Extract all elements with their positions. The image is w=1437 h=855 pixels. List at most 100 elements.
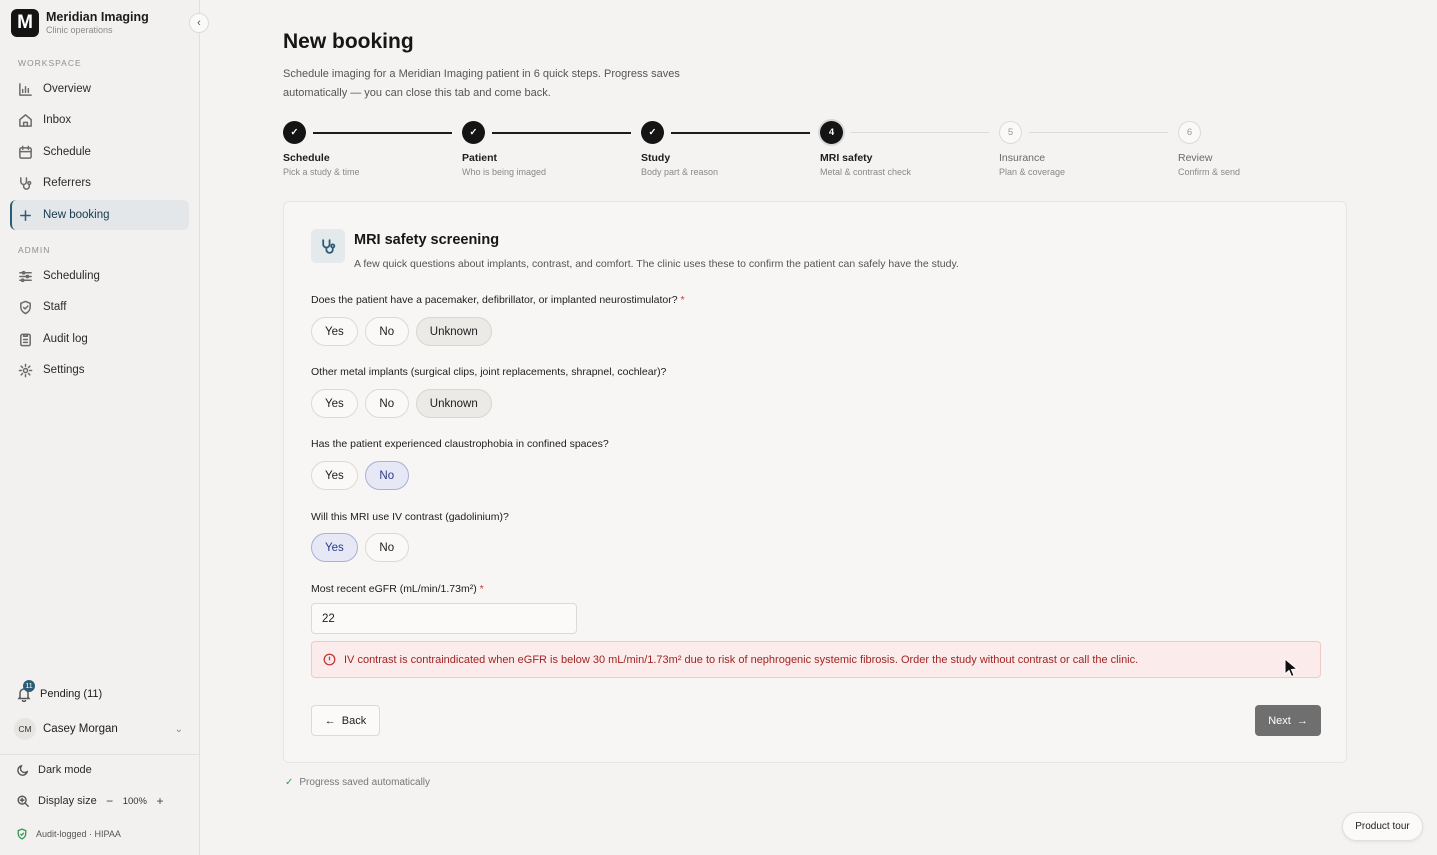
step-schedule[interactable]: ✓ Schedule Pick a study & time <box>283 121 462 177</box>
user-name: Casey Morgan <box>43 723 118 735</box>
stethoscope-icon <box>311 229 345 263</box>
metal-implants-no-option[interactable]: No <box>364 389 409 418</box>
step-title: Review <box>1178 152 1213 164</box>
back-label: Back <box>341 714 367 727</box>
step-title: Study <box>641 152 671 164</box>
step-connector <box>313 132 452 134</box>
step-title: Patient <box>462 152 498 164</box>
card-title: MRI safety screening <box>354 232 500 248</box>
metal-implants-unknown-option[interactable]: Unknown <box>415 389 492 418</box>
product-tour-button[interactable]: Product tour <box>1342 812 1423 841</box>
sidebar-item-label: Referrers <box>43 177 91 189</box>
chart-icon <box>19 82 32 96</box>
metal-implants-yes-option[interactable]: Yes <box>311 389 358 418</box>
brand-logo: M <box>11 9 39 37</box>
contrast-yes-option[interactable]: Yes <box>311 533 358 562</box>
sidebar-divider <box>0 754 200 755</box>
question-contrast-options: Yes No <box>311 533 409 562</box>
question-pacemaker-options: Yes No Unknown <box>311 317 492 346</box>
claustrophobia-no-option[interactable]: No <box>364 461 409 490</box>
gear-icon <box>18 363 33 377</box>
step-patient[interactable]: ✓ Patient Who is being imaged <box>462 121 641 177</box>
zoom-out-button[interactable]: − <box>103 794 117 808</box>
sidebar-item-settings[interactable]: Settings <box>10 355 189 385</box>
check-icon: ✓ <box>285 777 294 788</box>
arrow-right-icon: → <box>1296 714 1308 727</box>
step-title: Insurance <box>999 152 1046 164</box>
step-connector <box>850 132 989 133</box>
alert-circle-icon <box>323 653 336 666</box>
display-size-control: Display size − 100% + <box>16 794 173 808</box>
user-menu[interactable]: CM Casey Morgan ⌄ <box>10 714 189 744</box>
check-icon: ✓ <box>641 121 664 144</box>
home-icon <box>19 113 32 127</box>
egfr-input[interactable]: 22 <box>311 603 577 634</box>
sidebar-item-label: Audit log <box>43 333 88 345</box>
question-claustrophobia-options: Yes No <box>311 461 409 490</box>
autosave-status: ✓ Progress saved automatically <box>285 777 430 788</box>
shield-icon <box>20 300 31 314</box>
pacemaker-no-option[interactable]: No <box>364 317 409 346</box>
check-icon: ✓ <box>283 121 306 144</box>
step-desc: Body part & reason <box>641 167 719 177</box>
sidebar-item-audit-log[interactable]: Audit log <box>10 324 189 354</box>
step-desc: Metal & contrast check <box>820 167 912 177</box>
autosave-label: Progress saved automatically <box>299 777 431 788</box>
sidebar-item-label: Overview <box>43 83 91 95</box>
dark-mode-toggle[interactable]: Dark mode <box>16 763 92 777</box>
sidebar-item-scheduling[interactable]: Scheduling <box>10 261 189 291</box>
zoom-in-button[interactable]: + <box>153 794 167 808</box>
mri-safety-card: MRI safety screening A few quick questio… <box>283 201 1347 763</box>
question-pacemaker-label: Does the patient have a pacemaker, defib… <box>311 294 685 306</box>
step-review: 6 Review Confirm & send <box>1178 121 1357 177</box>
next-button[interactable]: Next → <box>1255 705 1321 736</box>
back-button[interactable]: ← Back <box>311 705 380 736</box>
pending-badge: 11 <box>23 680 35 692</box>
question-metal-implants-label: Other metal implants (surgical clips, jo… <box>311 366 667 378</box>
sidebar-item-new-booking[interactable]: New booking <box>10 200 189 230</box>
sidebar-item-staff[interactable]: Staff <box>10 292 189 322</box>
pending-label: Pending (11) <box>40 688 103 700</box>
question-contrast-label: Will this MRI use IV contrast (gadoliniu… <box>311 511 509 523</box>
sidebar-item-label: Scheduling <box>43 270 100 282</box>
next-label: Next <box>1268 714 1291 727</box>
hipaa-status: Audit-logged · HIPAA <box>16 828 121 840</box>
pacemaker-yes-option[interactable]: Yes <box>311 317 358 346</box>
step-study[interactable]: ✓ Study Body part & reason <box>641 121 820 177</box>
chevron-left-icon: ‹ <box>197 17 201 29</box>
arrow-left-icon: ← <box>324 714 336 727</box>
claustrophobia-yes-option[interactable]: Yes <box>311 461 358 490</box>
collapse-sidebar-button[interactable]: ‹ <box>189 13 209 33</box>
contrast-no-option[interactable]: No <box>364 533 409 562</box>
sidebar-item-schedule[interactable]: Schedule <box>10 137 189 167</box>
brand[interactable]: M Meridian Imaging Clinic operations <box>11 9 149 37</box>
sidebar-item-overview[interactable]: Overview <box>10 74 189 104</box>
avatar: CM <box>14 718 36 740</box>
shield-check-icon <box>17 828 27 840</box>
step-connector <box>671 132 810 134</box>
stepper: ✓ Schedule Pick a study & time ✓ Patient… <box>283 121 1303 185</box>
plus-icon <box>20 209 31 221</box>
pacemaker-unknown-option[interactable]: Unknown <box>415 317 492 346</box>
step-insurance: 5 Insurance Plan & coverage <box>999 121 1178 177</box>
contrast-warning-alert: IV contrast is contraindicated when eGFR… <box>311 641 1321 678</box>
sidebar-item-inbox[interactable]: Inbox <box>10 105 189 135</box>
sidebar-item-label: Settings <box>43 364 85 376</box>
brand-subtitle: Clinic operations <box>46 25 113 35</box>
question-claustrophobia-label: Has the patient experienced claustrophob… <box>311 438 609 450</box>
step-mri-safety[interactable]: 4 MRI safety Metal & contrast check <box>820 121 999 177</box>
display-size-label: Display size <box>38 795 97 807</box>
sliders-icon <box>19 270 32 282</box>
sidebar-item-referrers[interactable]: Referrers <box>10 168 189 198</box>
check-icon: ✓ <box>462 121 485 144</box>
step-number: 6 <box>1178 121 1201 144</box>
zoom-icon <box>17 795 29 807</box>
page-subtitle: Schedule imaging for a Meridian Imaging … <box>283 68 680 99</box>
step-connector <box>1029 132 1168 133</box>
step-desc: Who is being imaged <box>462 167 547 177</box>
step-desc: Confirm & send <box>1178 167 1241 177</box>
step-title: MRI safety <box>820 152 873 164</box>
pending-notifications[interactable]: 11 Pending (11) <box>16 680 103 703</box>
step-number: 4 <box>820 121 843 144</box>
sidebar-item-label: Inbox <box>43 114 72 126</box>
